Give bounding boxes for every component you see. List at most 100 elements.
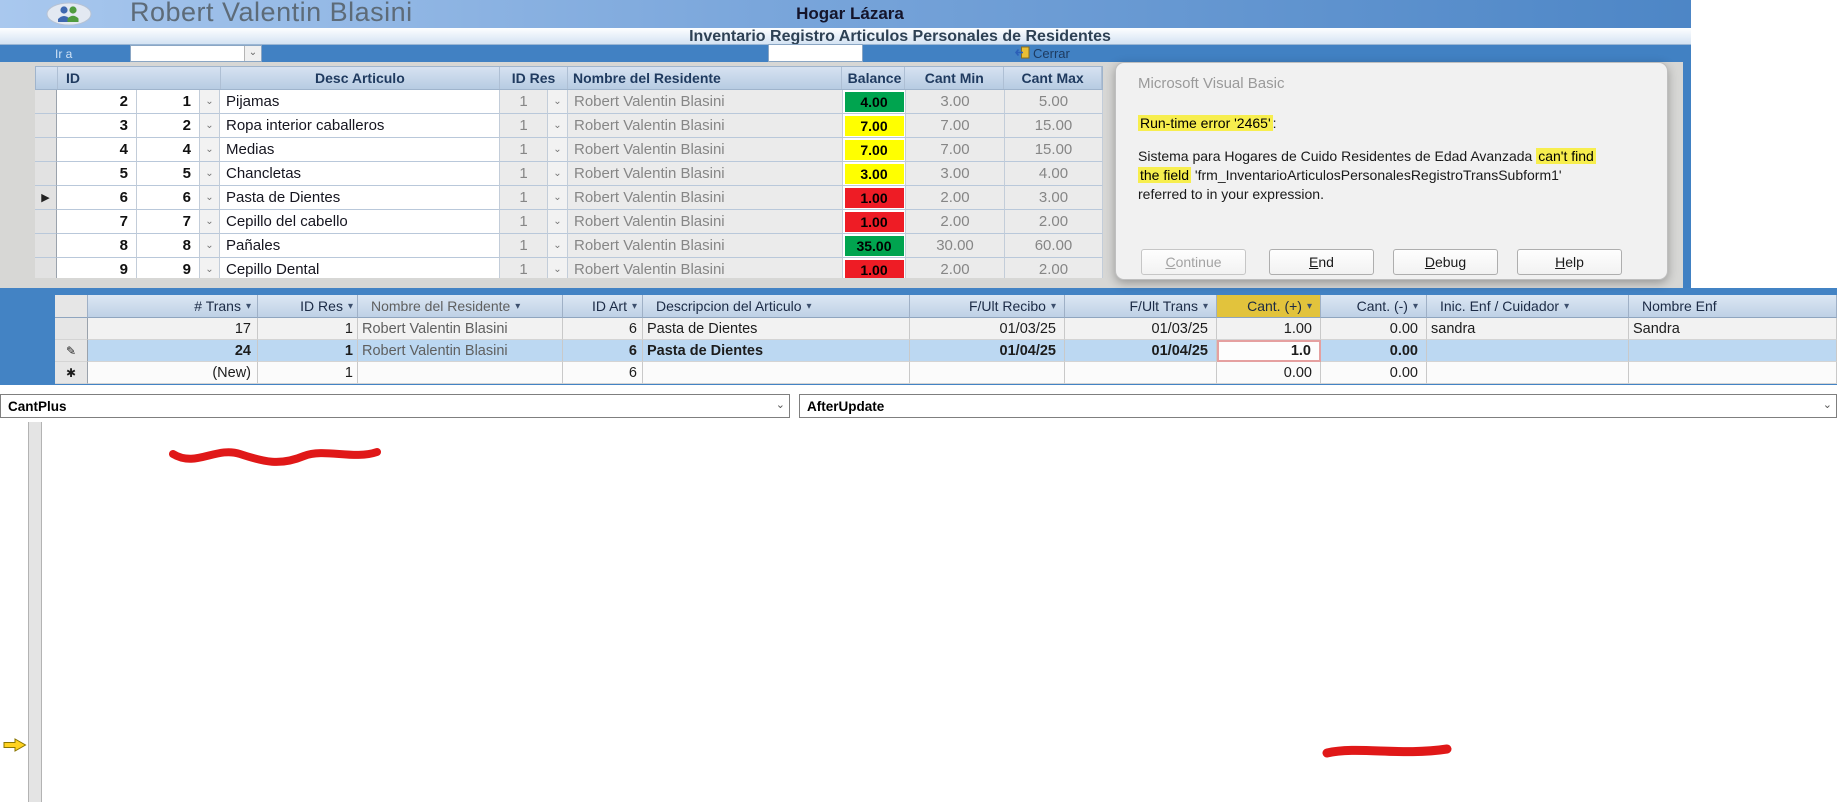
close-form-button[interactable]: Cerrar bbox=[1014, 45, 1070, 62]
cell-cant-max[interactable]: 2.00 bbox=[1005, 210, 1103, 234]
combo-arrow-icon[interactable]: ⌄ bbox=[200, 138, 220, 162]
cell-cant-max[interactable]: 5.00 bbox=[1005, 90, 1103, 114]
cell-id-res[interactable]: 1 bbox=[500, 258, 548, 278]
combo-arrow-icon[interactable]: ⌄ bbox=[548, 90, 568, 114]
chevron-down-icon[interactable]: ⌄ bbox=[244, 46, 261, 61]
combo-arrow-icon[interactable]: ⌄ bbox=[548, 114, 568, 138]
cell-cant-max[interactable]: 15.00 bbox=[1005, 138, 1103, 162]
goto-combobox[interactable]: ⌄ bbox=[130, 45, 262, 62]
cell-id[interactable]: 2 bbox=[57, 90, 137, 114]
cell-id-res[interactable]: 1 bbox=[500, 210, 548, 234]
cell-art[interactable]: 8 bbox=[137, 234, 200, 258]
cell-nombre-enf[interactable] bbox=[1629, 362, 1837, 384]
cell-id[interactable]: 6 bbox=[57, 186, 137, 210]
cell-num-trans[interactable]: 17 bbox=[88, 318, 258, 340]
cell-fult-recibo[interactable]: 01/04/25 bbox=[910, 340, 1065, 362]
cell-cant-min[interactable]: 30.00 bbox=[906, 234, 1005, 258]
cell-id-res[interactable]: 1 bbox=[258, 318, 358, 340]
cell-id[interactable]: 8 bbox=[57, 234, 137, 258]
combo-arrow-icon[interactable]: ⌄ bbox=[200, 234, 220, 258]
cell-desc[interactable]: Cepillo Dental bbox=[220, 258, 500, 278]
cell-descripcion[interactable]: Pasta de Dientes bbox=[643, 340, 910, 362]
combo-arrow-icon[interactable]: ⌄ bbox=[548, 162, 568, 186]
cell-fult-trans[interactable]: 01/04/25 bbox=[1065, 340, 1217, 362]
cell-id-art[interactable]: 6 bbox=[563, 362, 643, 384]
cell-cant-max[interactable]: 3.00 bbox=[1005, 186, 1103, 210]
cell-num-trans[interactable]: (New) bbox=[88, 362, 258, 384]
cell-cant-plus[interactable]: 0.00 bbox=[1217, 362, 1321, 384]
cell-desc[interactable]: Pijamas bbox=[220, 90, 500, 114]
cell-cant-minus[interactable]: 0.00 bbox=[1321, 318, 1427, 340]
cell-nombre-enf[interactable] bbox=[1629, 340, 1837, 362]
cell-descripcion[interactable]: Pasta de Dientes bbox=[643, 318, 910, 340]
cell-desc[interactable]: Pañales bbox=[220, 234, 500, 258]
cell-id-res[interactable]: 1 bbox=[500, 114, 548, 138]
cell-inic-enf[interactable] bbox=[1427, 362, 1629, 384]
cell-fult-recibo[interactable]: 01/03/25 bbox=[910, 318, 1065, 340]
cell-cant-plus[interactable]: 1.00 bbox=[1217, 318, 1321, 340]
cell-id-res[interactable]: 1 bbox=[500, 186, 548, 210]
cell-cant-min[interactable]: 7.00 bbox=[906, 138, 1005, 162]
col-cant-minus[interactable]: Cant. (-) ▾ bbox=[1321, 295, 1427, 318]
editor-margin-band[interactable] bbox=[28, 422, 42, 802]
col-nombre-residente[interactable]: Nombre del Residente ▾ bbox=[358, 295, 563, 318]
cell-balance[interactable]: 1.00 bbox=[843, 186, 906, 210]
combo-arrow-icon[interactable]: ⌄ bbox=[200, 210, 220, 234]
cell-id[interactable]: 5 bbox=[57, 162, 137, 186]
cell-balance[interactable]: 1.00 bbox=[843, 210, 906, 234]
cell-nombre[interactable]: Robert Valentin Blasini bbox=[568, 162, 843, 186]
end-button[interactable]: End bbox=[1269, 249, 1374, 275]
cell-balance[interactable]: 7.00 bbox=[843, 138, 906, 162]
cell-id-art[interactable]: 6 bbox=[563, 340, 643, 362]
combo-arrow-icon[interactable]: ⌄ bbox=[548, 258, 568, 278]
record-selector[interactable] bbox=[55, 318, 88, 340]
cell-descripcion[interactable] bbox=[643, 362, 910, 384]
cell-cant-max[interactable]: 15.00 bbox=[1005, 114, 1103, 138]
cell-nombre-enf[interactable]: Sandra bbox=[1629, 318, 1837, 340]
combo-arrow-icon[interactable]: ⌄ bbox=[548, 138, 568, 162]
combo-arrow-icon[interactable]: ⌄ bbox=[548, 186, 568, 210]
cell-num-trans[interactable]: 24 bbox=[88, 340, 258, 362]
combo-arrow-icon[interactable]: ⌄ bbox=[548, 234, 568, 258]
cell-desc[interactable]: Chancletas bbox=[220, 162, 500, 186]
cell-balance[interactable]: 4.00 bbox=[843, 90, 906, 114]
cell-cant-max[interactable]: 2.00 bbox=[1005, 258, 1103, 278]
chevron-down-icon[interactable]: ⌄ bbox=[776, 398, 785, 411]
cell-id-res[interactable]: 1 bbox=[258, 340, 358, 362]
object-combobox[interactable]: CantPlus ⌄ bbox=[0, 394, 790, 418]
cell-cant-min[interactable]: 3.00 bbox=[906, 90, 1005, 114]
cell-nombre[interactable]: Robert Valentin Blasini bbox=[568, 114, 843, 138]
cell-art[interactable]: 6 bbox=[137, 186, 200, 210]
record-selector[interactable] bbox=[35, 114, 57, 138]
cell-cant-min[interactable]: 2.00 bbox=[906, 258, 1005, 278]
cell-id[interactable]: 7 bbox=[57, 210, 137, 234]
record-selector-new[interactable]: ✱ bbox=[55, 362, 88, 384]
cell-desc[interactable]: Medias bbox=[220, 138, 500, 162]
col-inic-enf[interactable]: Inic. Enf / Cuidador ▾ bbox=[1427, 295, 1629, 318]
cell-nombre[interactable]: Robert Valentin Blasini bbox=[358, 318, 563, 340]
cell-fult-recibo[interactable] bbox=[910, 362, 1065, 384]
combo-arrow-icon[interactable]: ⌄ bbox=[200, 114, 220, 138]
cell-art[interactable]: 1 bbox=[137, 90, 200, 114]
cell-id-res[interactable]: 1 bbox=[500, 234, 548, 258]
vba-code-editor[interactable]: Private Sub CantPlus_AfterUpdate() Dim A… bbox=[0, 422, 1837, 802]
cell-cant-min[interactable]: 7.00 bbox=[906, 114, 1005, 138]
record-selector[interactable] bbox=[35, 258, 57, 278]
cell-balance[interactable]: 35.00 bbox=[843, 234, 906, 258]
cell-inic-enf[interactable] bbox=[1427, 340, 1629, 362]
cell-cant-max[interactable]: 60.00 bbox=[1005, 234, 1103, 258]
record-selector[interactable] bbox=[35, 234, 57, 258]
cell-art[interactable]: 4 bbox=[137, 138, 200, 162]
cell-cant-min[interactable]: 2.00 bbox=[906, 186, 1005, 210]
cell-cant-minus[interactable]: 0.00 bbox=[1321, 340, 1427, 362]
cell-id-res[interactable]: 1 bbox=[500, 138, 548, 162]
cell-nombre[interactable]: Robert Valentin Blasini bbox=[568, 258, 843, 278]
cell-id[interactable]: 9 bbox=[57, 258, 137, 278]
cell-art[interactable]: 5 bbox=[137, 162, 200, 186]
record-selector-pencil[interactable]: ✎ bbox=[55, 340, 88, 362]
cell-nombre[interactable]: Robert Valentin Blasini bbox=[568, 210, 843, 234]
col-fult-trans[interactable]: F/Ult Trans ▾ bbox=[1065, 295, 1217, 318]
record-selector[interactable] bbox=[35, 162, 57, 186]
record-selector[interactable] bbox=[35, 90, 57, 114]
cell-cant-minus[interactable]: 0.00 bbox=[1321, 362, 1427, 384]
